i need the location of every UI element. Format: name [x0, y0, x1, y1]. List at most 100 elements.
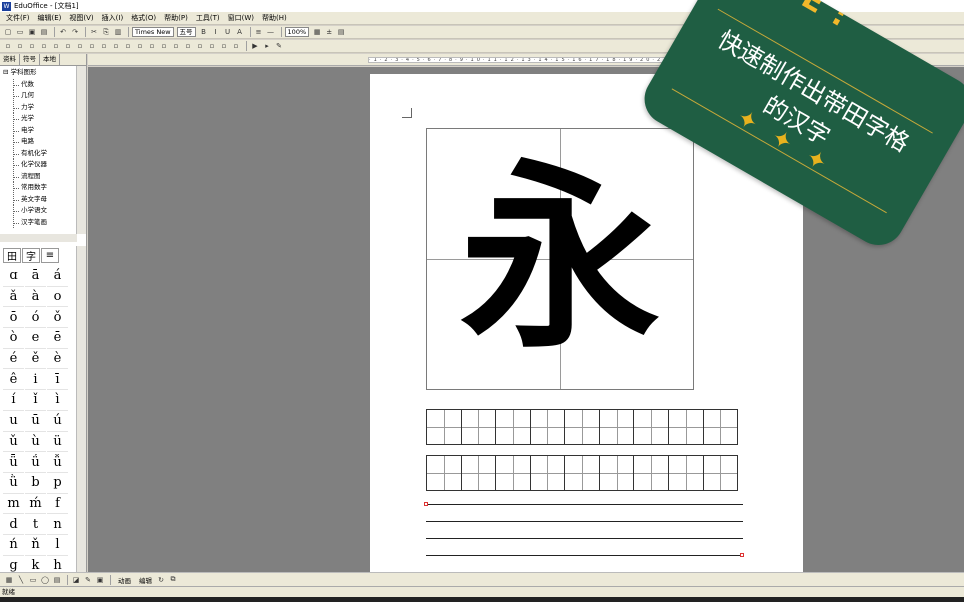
symbol-cell[interactable]: n — [47, 514, 68, 535]
tool-icon[interactable]: ▫ — [39, 41, 49, 51]
menu-tools[interactable]: 工具(T) — [192, 12, 224, 24]
shadow-icon[interactable]: ▣ — [95, 575, 105, 585]
print-icon[interactable]: ▤ — [39, 27, 49, 37]
writing-line[interactable] — [426, 538, 743, 539]
rect-tool-icon[interactable]: ▭ — [28, 575, 38, 585]
tool-icon[interactable]: ▫ — [87, 41, 97, 51]
symbol-cell[interactable]: ǐ — [25, 390, 46, 411]
line-icon[interactable]: — — [266, 27, 276, 37]
copy-icon[interactable]: ⎘ — [101, 27, 111, 37]
tree-item[interactable]: 电路 — [3, 136, 76, 148]
tool-icon[interactable]: ▫ — [3, 41, 13, 51]
tianzige-row[interactable] — [426, 455, 738, 491]
symbol-cell[interactable]: p — [47, 473, 68, 494]
tianzige-large-grid[interactable]: 永 — [426, 128, 694, 390]
menu-window[interactable]: 窗口(W) — [224, 12, 258, 24]
next-icon[interactable]: ▸ — [262, 41, 272, 51]
char-tab[interactable]: 字 — [22, 248, 40, 263]
cut-icon[interactable]: ✂ — [89, 27, 99, 37]
symbol-cell[interactable]: l — [47, 535, 68, 556]
tree-item[interactable]: 电学 — [3, 124, 76, 137]
symbol-cell[interactable]: ḿ — [25, 494, 46, 515]
tree-vertical-scrollbar[interactable] — [76, 66, 86, 234]
tool-icon[interactable]: ▫ — [207, 41, 217, 51]
new-icon[interactable]: ▢ — [3, 27, 13, 37]
tree-item[interactable]: 汉字笔画 — [3, 216, 76, 229]
line-tool-icon[interactable]: ╲ — [16, 575, 26, 585]
view-icon[interactable]: ▦ — [312, 27, 322, 37]
tool-icon[interactable]: ▫ — [63, 41, 73, 51]
menu-view[interactable]: 视图(V) — [65, 12, 97, 24]
tab-resources[interactable]: 资料 — [0, 54, 20, 65]
plusminus-icon[interactable]: ± — [324, 27, 334, 37]
play-icon[interactable]: ▶ — [250, 41, 260, 51]
symbol-cell[interactable]: ǚ — [47, 452, 68, 473]
tool-icon[interactable]: ▫ — [219, 41, 229, 51]
symbol-cell[interactable]: ǖ — [3, 452, 24, 473]
symbol-cell[interactable]: ǜ — [3, 473, 24, 494]
menu-help1[interactable]: 帮助(P) — [160, 12, 192, 24]
selection-handle[interactable] — [740, 553, 744, 557]
symbol-cell[interactable]: ū — [25, 411, 46, 432]
italic-icon[interactable]: I — [211, 27, 221, 37]
tree-item[interactable]: 常用数字 — [3, 182, 76, 194]
animate-button[interactable]: 动画 — [118, 575, 131, 585]
tool-icon[interactable]: ▫ — [171, 41, 181, 51]
symbol-cell[interactable]: ō — [3, 307, 24, 329]
symbol-cell[interactable]: á — [47, 266, 68, 287]
underline-icon[interactable]: U — [223, 27, 233, 37]
symbol-cell[interactable]: f — [47, 494, 68, 515]
symbol-cell[interactable]: ā — [25, 266, 46, 287]
table-icon[interactable]: ▤ — [52, 575, 62, 585]
rotate-icon[interactable]: ↻ — [156, 575, 166, 585]
tree-item[interactable]: 几何 — [3, 90, 76, 102]
save-icon[interactable]: ▣ — [27, 27, 37, 37]
symbol-cell[interactable]: ē — [47, 328, 68, 349]
symbol-cell[interactable]: t — [25, 514, 46, 535]
tree-item[interactable]: 力学 — [3, 101, 76, 114]
symbol-cell[interactable]: u — [3, 411, 24, 432]
symbol-cell[interactable]: ǘ — [25, 452, 46, 473]
align-icon[interactable]: ≡ — [254, 27, 264, 37]
tool-icon[interactable]: ▫ — [231, 41, 241, 51]
tool-icon[interactable]: ▫ — [123, 41, 133, 51]
line-color-icon[interactable]: ✎ — [83, 575, 93, 585]
symbol-cell[interactable]: ó — [25, 307, 46, 329]
tool-icon[interactable]: ▫ — [195, 41, 205, 51]
symbol-cell[interactable]: ɑ — [3, 266, 24, 287]
select-icon[interactable]: ▦ — [4, 575, 14, 585]
font-select[interactable]: Times New — [132, 27, 174, 37]
tool-icon[interactable]: ▫ — [99, 41, 109, 51]
symbol-cell[interactable]: i — [25, 369, 46, 391]
tree-horizontal-scrollbar[interactable] — [0, 234, 77, 242]
symbol-cell[interactable]: é — [3, 349, 24, 370]
menu-format[interactable]: 格式(O) — [127, 12, 160, 24]
symbol-cell[interactable]: ò — [3, 328, 24, 349]
tool-icon[interactable]: ▫ — [135, 41, 145, 51]
symbol-cell[interactable]: ī — [47, 369, 68, 391]
tool-icon[interactable]: ▫ — [51, 41, 61, 51]
symbol-cell[interactable]: ü — [47, 432, 68, 453]
symbol-cell[interactable]: à — [25, 287, 46, 308]
tree-item[interactable]: 英文字母 — [3, 193, 76, 206]
ellipse-tool-icon[interactable]: ◯ — [40, 575, 50, 585]
tool-icon[interactable]: ▫ — [15, 41, 25, 51]
group-icon[interactable]: ⧉ — [168, 575, 178, 585]
symbol-cell[interactable]: ǎ — [3, 287, 24, 308]
tree-item[interactable]: 流程图 — [3, 170, 76, 183]
symbol-cell[interactable]: ì — [47, 390, 68, 411]
undo-icon[interactable]: ↶ — [58, 27, 68, 37]
tree-item[interactable]: 有机化学 — [3, 147, 76, 160]
tool-icon[interactable]: ▫ — [75, 41, 85, 51]
lines-tab[interactable]: ≡ — [41, 248, 59, 263]
redo-icon[interactable]: ↷ — [70, 27, 80, 37]
font-color-icon[interactable]: A — [235, 27, 245, 37]
symbol-cell[interactable]: ú — [47, 411, 68, 432]
tianzige-tab[interactable]: 田 — [3, 248, 21, 263]
grid-icon[interactable]: ▤ — [336, 27, 346, 37]
symbol-cell[interactable]: ě — [25, 349, 46, 370]
symbol-cell[interactable]: ù — [25, 432, 46, 453]
menu-edit[interactable]: 编辑(E) — [34, 12, 66, 24]
menu-insert[interactable]: 插入(I) — [98, 12, 128, 24]
tool-icon[interactable]: ▫ — [147, 41, 157, 51]
